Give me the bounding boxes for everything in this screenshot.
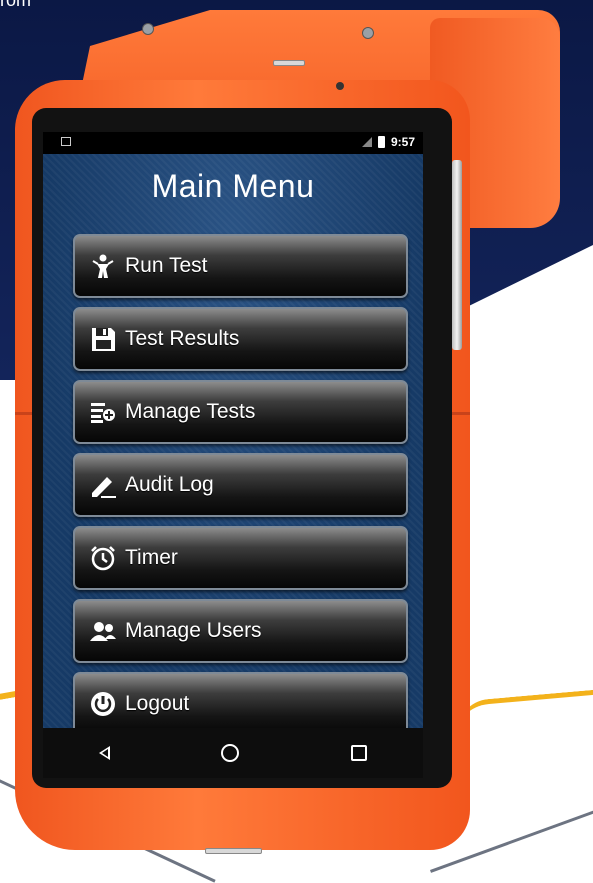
manage-users-label: Manage Users <box>125 619 262 642</box>
side-rail <box>452 160 462 350</box>
audit-log-label: Audit Log <box>125 473 214 496</box>
users-icon <box>89 617 117 645</box>
power-icon <box>89 690 117 718</box>
bottom-connector <box>205 848 262 854</box>
list-add-icon <box>89 398 117 426</box>
navigation-bar <box>43 728 423 778</box>
status-clock: 9:57 <box>390 135 415 149</box>
screw-icon <box>142 23 154 35</box>
run-test-label: Run Test <box>125 254 208 277</box>
image-icon <box>61 137 71 146</box>
running-person-icon <box>89 252 117 280</box>
manage-users-button[interactable]: Manage Users <box>73 599 408 663</box>
camera-icon <box>336 82 344 90</box>
manage-tests-label: Manage Tests <box>125 400 256 423</box>
card-slot <box>273 60 305 66</box>
screw-icon <box>362 27 374 39</box>
status-icons: 9:57 <box>361 135 415 149</box>
test-results-label: Test Results <box>125 327 240 350</box>
alarm-clock-icon <box>89 544 117 572</box>
backdrop-caption: rom <box>0 0 31 10</box>
back-icon[interactable] <box>98 746 110 760</box>
pen-icon <box>89 471 117 499</box>
run-test-button[interactable]: Run Test <box>73 234 408 298</box>
home-icon[interactable] <box>221 744 240 762</box>
logout-label: Logout <box>125 692 190 715</box>
manage-tests-button[interactable]: Manage Tests <box>73 380 408 444</box>
timer-label: Timer <box>125 546 178 569</box>
page-title: Main Menu <box>151 168 315 204</box>
recents-icon[interactable] <box>351 745 368 761</box>
status-bar: 9:57 <box>43 132 423 154</box>
logout-button[interactable]: Logout <box>73 672 408 736</box>
test-results-button[interactable]: Test Results <box>73 307 408 371</box>
timer-button[interactable]: Timer <box>73 526 408 590</box>
audit-log-button[interactable]: Audit Log <box>73 453 408 517</box>
backdrop-yellow-curve-right <box>453 688 593 737</box>
battery-icon <box>377 136 385 148</box>
floppy-disk-icon <box>89 325 117 353</box>
no-signal-icon <box>361 137 372 147</box>
main-menu: Run Test Test Results Manage Tests Audit… <box>73 234 408 745</box>
